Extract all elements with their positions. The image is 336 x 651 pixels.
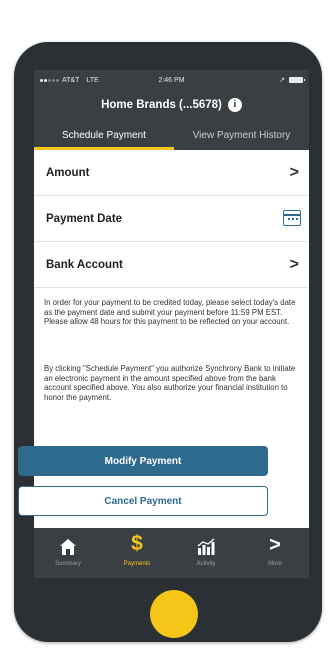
tabbar-summary[interactable]: Summary xyxy=(34,528,102,578)
bank-account-row[interactable]: Bank Account > xyxy=(34,242,309,288)
tabbar-activity[interactable]: Activity xyxy=(172,528,240,578)
tabbar-label: Summary xyxy=(55,561,81,567)
home-icon xyxy=(34,528,102,556)
chart-icon xyxy=(172,528,240,556)
cancel-payment-button[interactable]: Cancel Payment xyxy=(18,486,268,516)
bottom-tab-bar: Summary $ Payments Activity > More xyxy=(34,528,309,578)
location-icon: ↗ xyxy=(279,77,285,84)
status-time: 2:46 PM xyxy=(158,77,185,84)
modify-payment-button[interactable]: Modify Payment xyxy=(18,446,268,476)
tabbar-label: Activity xyxy=(196,561,216,567)
dollar-icon: $ xyxy=(131,532,143,555)
payment-date-row[interactable]: Payment Date xyxy=(34,196,309,242)
tab-view-payment-history[interactable]: View Payment History xyxy=(174,128,309,150)
chevron-right-icon: > xyxy=(269,534,281,556)
info-icon[interactable]: i xyxy=(227,98,242,112)
tabbar-label: Payments xyxy=(123,561,151,567)
status-bar: AT&T LTE 2:46 PM ↗ xyxy=(34,70,309,92)
status-right: ↗ xyxy=(279,76,305,84)
calendar-icon[interactable] xyxy=(283,210,301,226)
chevron-right-icon: > xyxy=(289,256,299,273)
tabbar-more[interactable]: > More xyxy=(241,528,309,578)
payment-date-label: Payment Date xyxy=(46,212,123,225)
payment-tabs: Schedule Payment View Payment History xyxy=(34,128,309,150)
amount-row[interactable]: Amount > xyxy=(34,150,309,196)
battery-icon xyxy=(289,77,305,83)
chevron-right-icon: > xyxy=(289,164,299,181)
tabbar-label: More xyxy=(268,561,282,567)
authorization-notice: By clicking "Schedule Payment" you autho… xyxy=(44,364,296,402)
page-title: Home Brands (...5678) i xyxy=(34,96,309,114)
bank-account-label: Bank Account xyxy=(46,258,123,271)
amount-label: Amount xyxy=(46,166,90,179)
home-button[interactable] xyxy=(150,590,198,638)
account-title: Home Brands (...5678) xyxy=(101,99,222,111)
tabbar-payments[interactable]: $ Payments xyxy=(103,528,171,578)
payment-notice: In order for your payment to be credited… xyxy=(44,298,296,326)
